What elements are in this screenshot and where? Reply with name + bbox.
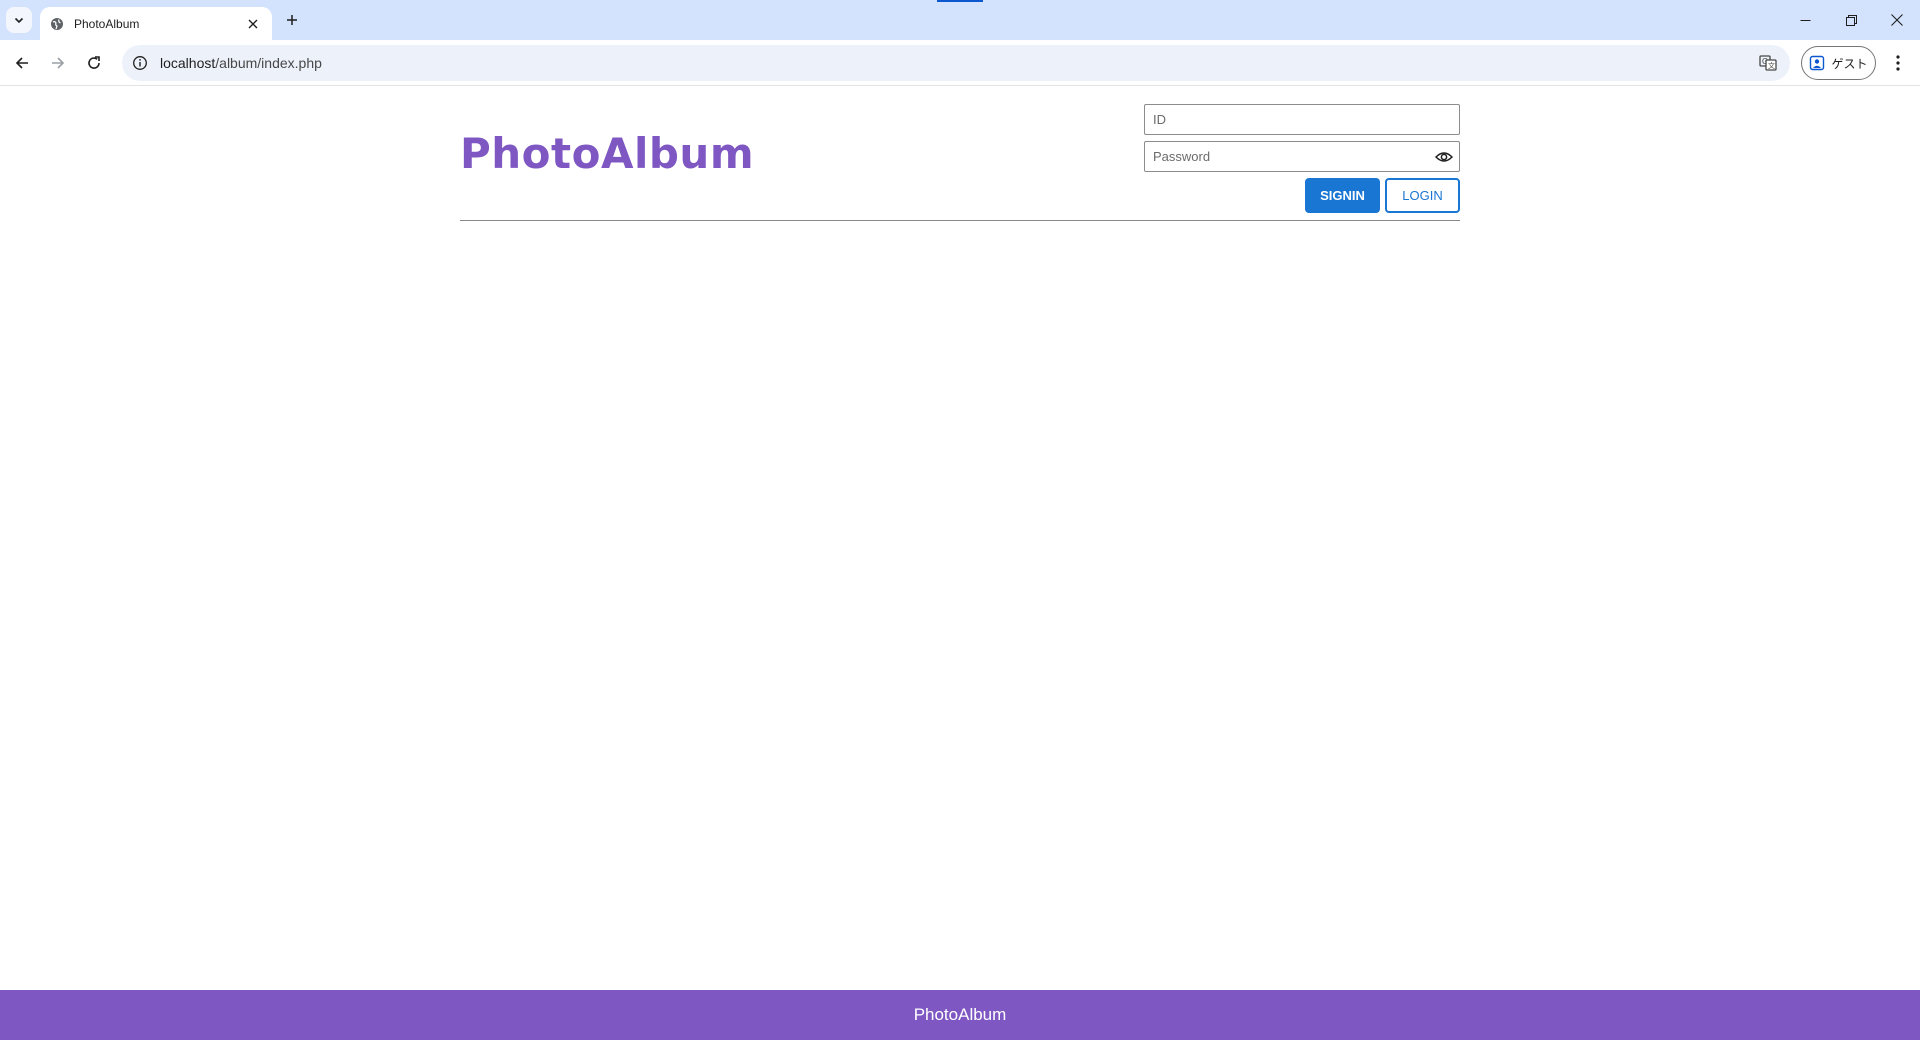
- arrow-right-icon: [52, 57, 65, 69]
- url-path: /album/index.php: [215, 55, 322, 71]
- minimize-icon: [1800, 19, 1810, 21]
- footer-text: PhotoAlbum: [913, 1005, 1007, 1024]
- login-button[interactable]: LOGIN: [1385, 178, 1460, 213]
- restore-button[interactable]: [1828, 0, 1874, 40]
- globe-icon: [50, 17, 64, 31]
- info-icon[interactable]: [132, 55, 148, 71]
- eye-icon[interactable]: [1435, 150, 1453, 164]
- plus-icon: [287, 15, 297, 25]
- window-drag-indicator: [937, 0, 983, 2]
- browser-tab[interactable]: PhotoAlbum: [40, 7, 272, 40]
- id-field[interactable]: [1144, 104, 1460, 135]
- page-content: PhotoAlbum SIGNIN LOGIN: [0, 87, 1920, 1040]
- url-host: localhost: [160, 55, 216, 71]
- profile-label: ゲスト: [1831, 56, 1868, 71]
- browser-toolbar: localhost/album/index.php G文 ゲスト: [0, 40, 1920, 86]
- window-close-button[interactable]: [1874, 0, 1920, 40]
- login-form: SIGNIN LOGIN: [1144, 104, 1460, 213]
- arrow-left-icon: [15, 57, 28, 69]
- browser-tabstrip: PhotoAlbum: [0, 0, 1920, 40]
- url-text: localhost/album/index.php: [160, 55, 322, 71]
- close-icon[interactable]: [244, 15, 262, 33]
- profile-button[interactable]: ゲスト: [1801, 46, 1876, 80]
- password-field[interactable]: [1144, 141, 1460, 172]
- svg-text:文: 文: [1768, 61, 1775, 70]
- tab-search-button[interactable]: [6, 7, 32, 33]
- reload-icon: [88, 56, 100, 69]
- back-button[interactable]: [8, 49, 36, 77]
- chevron-down-icon: [14, 17, 24, 24]
- kebab-menu-icon: [1896, 55, 1900, 71]
- password-input[interactable]: [1145, 142, 1459, 171]
- tab-title: PhotoAlbum: [74, 16, 140, 31]
- address-bar[interactable]: localhost/album/index.php G文: [122, 45, 1790, 81]
- site-title: PhotoAlbum: [460, 129, 755, 178]
- site-header: PhotoAlbum SIGNIN LOGIN: [460, 87, 1460, 221]
- close-icon: [1891, 14, 1903, 26]
- site-footer: PhotoAlbum: [0, 990, 1920, 1040]
- new-tab-button[interactable]: [281, 9, 303, 31]
- login-button-row: SIGNIN LOGIN: [1144, 178, 1460, 213]
- reload-button[interactable]: [80, 49, 108, 77]
- minimize-button[interactable]: [1782, 0, 1828, 40]
- translate-icon[interactable]: G文: [1758, 53, 1778, 73]
- guest-profile-icon: [1810, 55, 1825, 71]
- browser-menu-button[interactable]: [1886, 49, 1910, 77]
- forward-button[interactable]: [44, 49, 72, 77]
- id-input[interactable]: [1145, 105, 1459, 134]
- signin-button[interactable]: SIGNIN: [1305, 178, 1380, 213]
- restore-icon: [1845, 14, 1857, 26]
